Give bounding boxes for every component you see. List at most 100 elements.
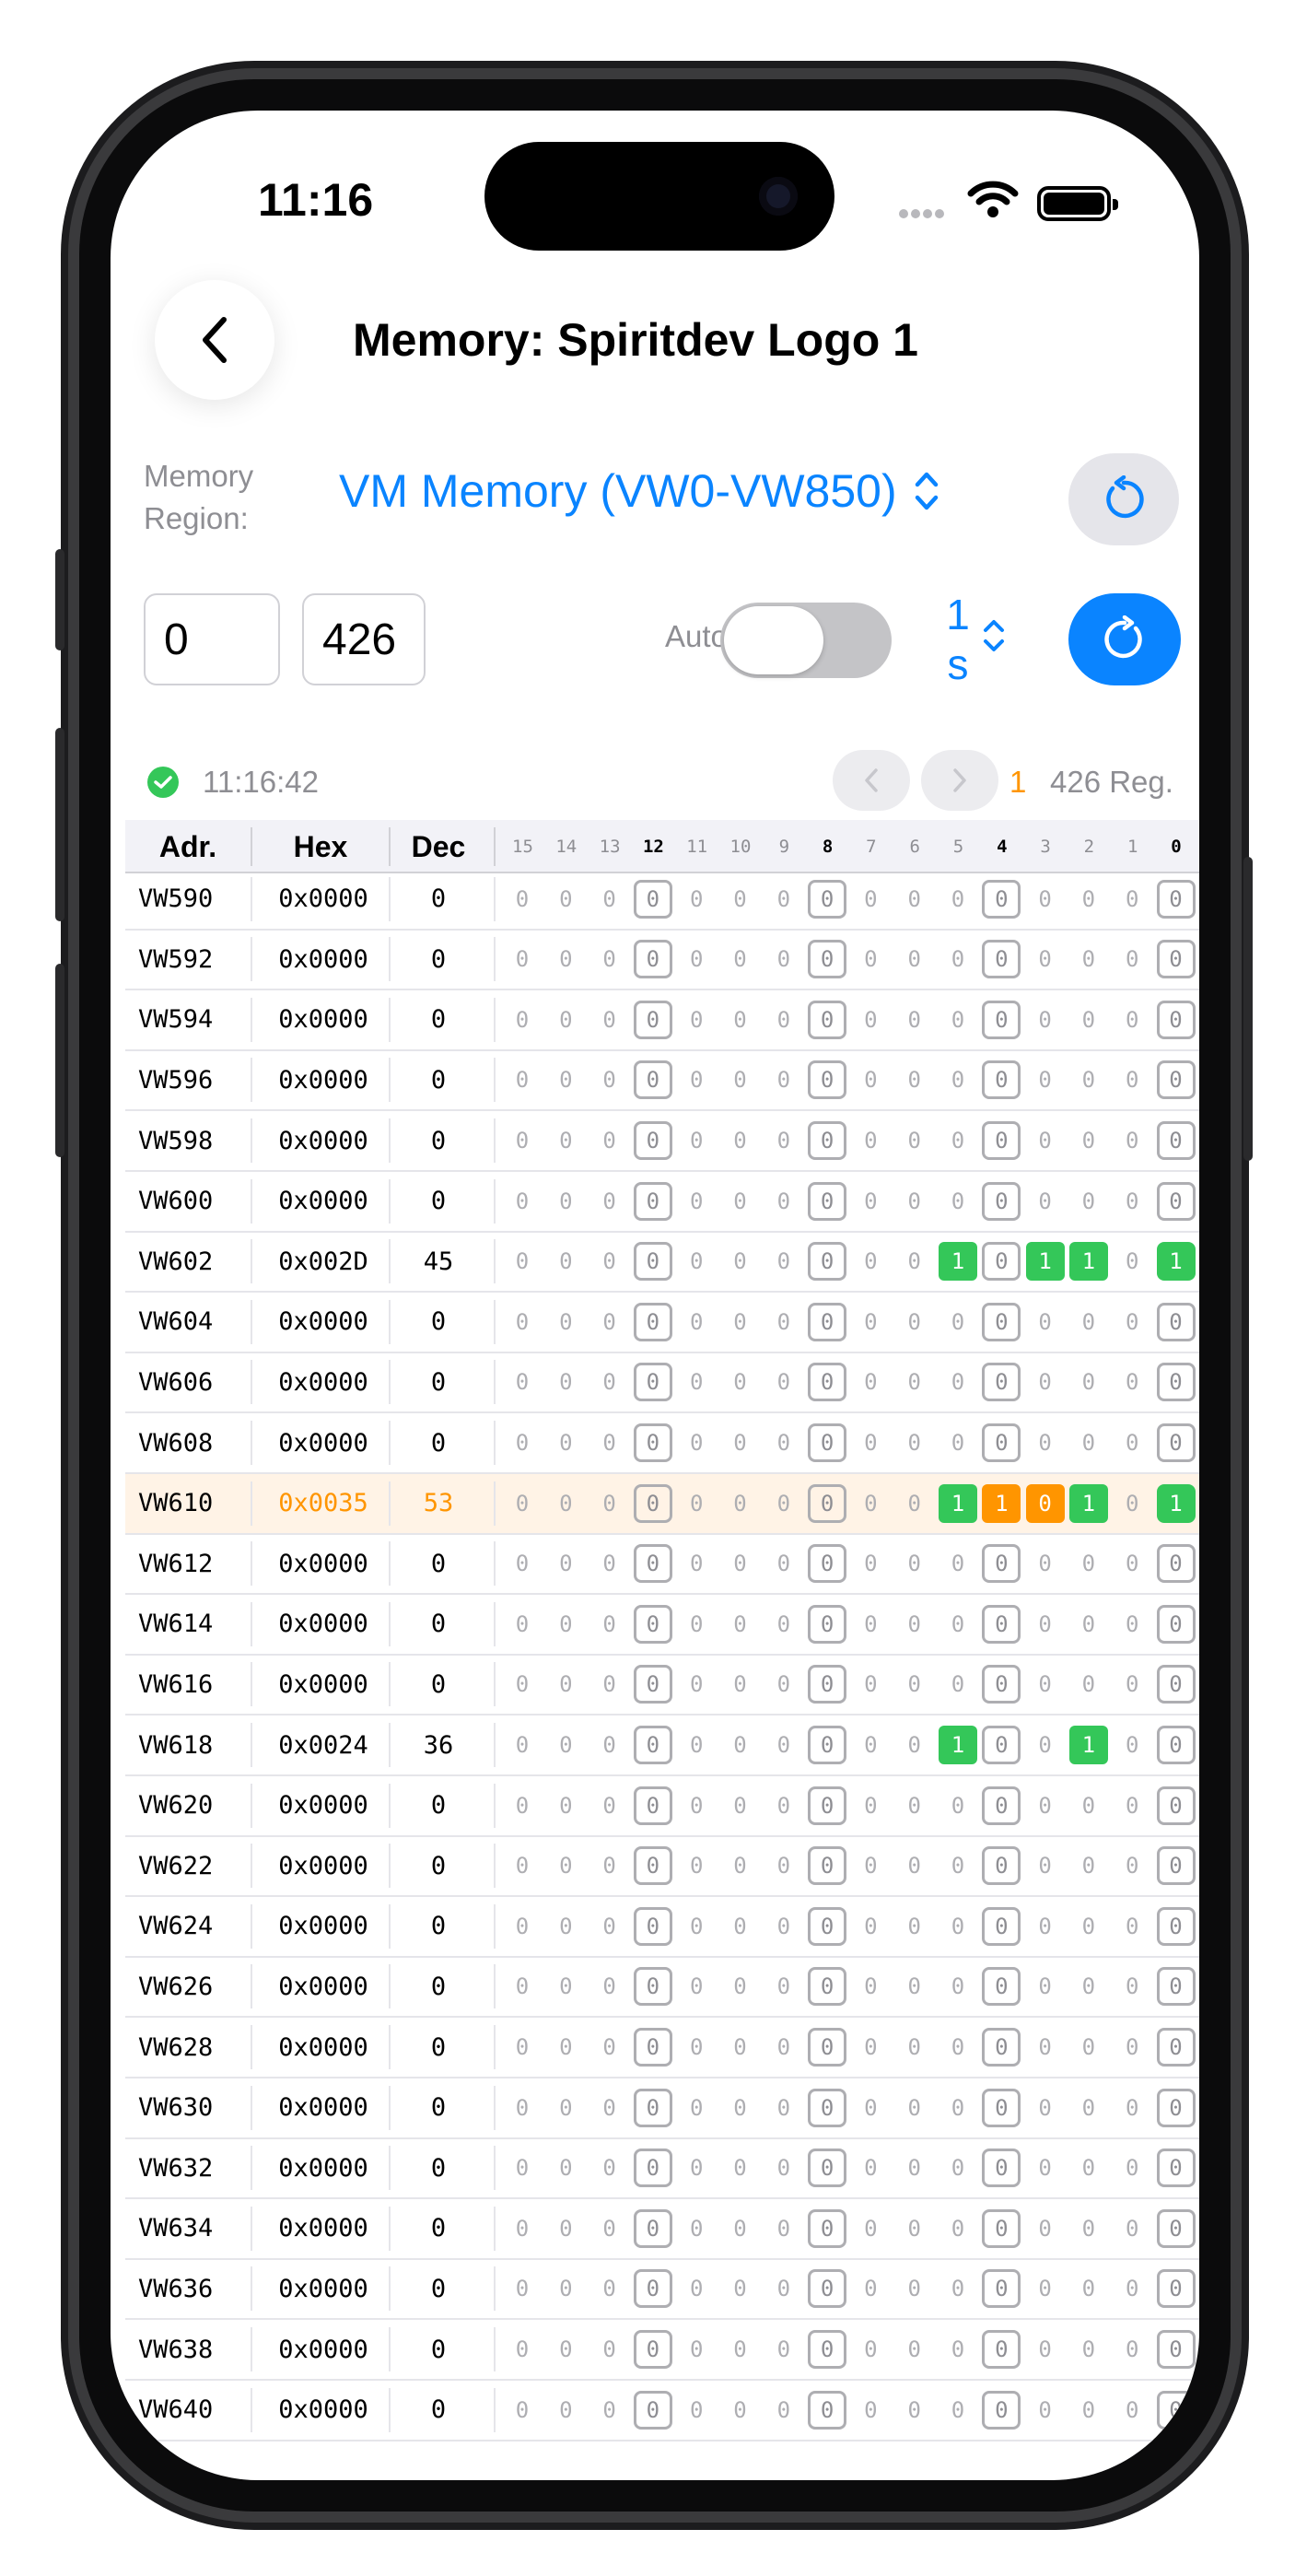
bit-cell-2[interactable]: 0 — [1069, 880, 1108, 919]
bit-cell-7[interactable]: 0 — [851, 2028, 890, 2067]
bit-cell-10[interactable]: 0 — [721, 1423, 760, 1462]
bit-cell-4[interactable]: 0 — [982, 2269, 1021, 2309]
bit-cell-15[interactable]: 0 — [503, 1060, 542, 1099]
bit-cell-1[interactable]: 0 — [1113, 1967, 1151, 2006]
bit-cell-2[interactable]: 0 — [1069, 1001, 1108, 1039]
bit-cell-10[interactable]: 0 — [721, 2209, 760, 2248]
bit-cell-14[interactable]: 0 — [546, 1726, 585, 1764]
bit-cell-3[interactable]: 0 — [1026, 1907, 1065, 1946]
bit-cell-3[interactable]: 0 — [1026, 1182, 1065, 1221]
bit-cell-14[interactable]: 0 — [546, 1303, 585, 1341]
bit-cell-1[interactable]: 0 — [1113, 2089, 1151, 2127]
bit-cell-14[interactable]: 0 — [546, 1967, 585, 2006]
bit-cell-4[interactable]: 0 — [982, 1423, 1021, 1462]
bit-cell-11[interactable]: 0 — [677, 1001, 716, 1039]
bit-cell-12[interactable]: 0 — [633, 2149, 672, 2188]
bit-cell-12[interactable]: 0 — [633, 1242, 672, 1282]
bit-cell-9[interactable]: 0 — [764, 1726, 803, 1764]
bit-cell-0[interactable]: 0 — [1156, 1665, 1196, 1704]
bit-cell-3[interactable]: 0 — [1026, 1060, 1065, 1099]
bit-cell-9[interactable]: 0 — [764, 1907, 803, 1946]
bit-cell-15[interactable]: 0 — [503, 1303, 542, 1341]
bit-cell-9[interactable]: 0 — [764, 2269, 803, 2308]
bit-cell-1[interactable]: 0 — [1113, 2028, 1151, 2067]
bit-cell-9[interactable]: 0 — [764, 1544, 803, 1583]
bit-cell-13[interactable]: 0 — [590, 2028, 629, 2067]
auto-refresh-toggle[interactable] — [720, 603, 892, 678]
bit-cell-15[interactable]: 0 — [503, 2330, 542, 2369]
table-row[interactable]: VW610 0x0035 53 0 0 0 0 0 0 0 0 0 0 1 1 0 1 0 1 — [125, 1473, 1199, 1535]
bit-cell-11[interactable]: 0 — [677, 1423, 716, 1462]
bit-cell-5[interactable]: 0 — [939, 1363, 977, 1401]
bit-cell-8[interactable]: 0 — [808, 1423, 847, 1462]
bit-cell-15[interactable]: 0 — [503, 1786, 542, 1825]
bit-cell-4[interactable]: 0 — [982, 1000, 1021, 1039]
bit-cell-9[interactable]: 0 — [764, 2391, 803, 2430]
bit-cell-5[interactable]: 0 — [939, 2209, 977, 2248]
bit-cell-1[interactable]: 0 — [1113, 1484, 1151, 1523]
bit-cell-8[interactable]: 0 — [808, 1604, 847, 1644]
table-row[interactable]: VW600 0x0000 0 0 0 0 0 0 0 0 0 0 0 0 0 0 0 0 0 — [125, 1172, 1199, 1233]
bit-cell-1[interactable]: 0 — [1113, 1605, 1151, 1644]
bit-cell-12[interactable]: 0 — [633, 2208, 672, 2248]
bit-cell-0[interactable]: 0 — [1156, 1000, 1196, 1039]
bit-cell-4[interactable]: 0 — [982, 2390, 1021, 2430]
bit-cell-2[interactable]: 0 — [1069, 1182, 1108, 1221]
bit-cell-3[interactable]: 0 — [1026, 1544, 1065, 1583]
bit-cell-14[interactable]: 0 — [546, 2330, 585, 2369]
bit-cell-8[interactable]: 0 — [808, 2088, 847, 2127]
bit-cell-11[interactable]: 0 — [677, 1726, 716, 1764]
bit-cell-14[interactable]: 0 — [546, 2391, 585, 2430]
bit-cell-4[interactable]: 0 — [982, 1363, 1021, 1402]
bit-cell-14[interactable]: 0 — [546, 1484, 585, 1523]
bit-cell-6[interactable]: 0 — [895, 1544, 934, 1583]
bit-cell-11[interactable]: 0 — [677, 1303, 716, 1341]
bit-cell-2[interactable]: 0 — [1069, 1967, 1108, 2006]
bit-cell-5[interactable]: 1 — [939, 1483, 977, 1523]
bit-cell-8[interactable]: 0 — [808, 1967, 847, 2007]
bit-cell-2[interactable]: 0 — [1069, 940, 1108, 978]
bit-cell-0[interactable]: 0 — [1156, 2208, 1196, 2248]
table-row[interactable]: VW612 0x0000 0 0 0 0 0 0 0 0 0 0 0 0 0 0 0 0 0 — [125, 1534, 1199, 1596]
bit-cell-13[interactable]: 0 — [590, 880, 629, 919]
bit-cell-14[interactable]: 0 — [546, 2028, 585, 2067]
bit-cell-14[interactable]: 0 — [546, 1423, 585, 1462]
bit-cell-2[interactable]: 0 — [1069, 1665, 1108, 1704]
bit-cell-14[interactable]: 0 — [546, 1060, 585, 1099]
table-row[interactable]: VW604 0x0000 0 0 0 0 0 0 0 0 0 0 0 0 0 0 0 0 0 — [125, 1293, 1199, 1353]
bit-cell-6[interactable]: 0 — [895, 940, 934, 978]
bit-cell-7[interactable]: 0 — [851, 1544, 890, 1583]
bit-cell-2[interactable]: 0 — [1069, 1363, 1108, 1401]
bit-cell-14[interactable]: 0 — [546, 2089, 585, 2127]
bit-cell-15[interactable]: 0 — [503, 940, 542, 978]
bit-cell-1[interactable]: 0 — [1113, 2209, 1151, 2248]
table-row[interactable]: VW606 0x0000 0 0 0 0 0 0 0 0 0 0 0 0 0 0 0 0 0 — [125, 1352, 1199, 1414]
bit-cell-12[interactable]: 0 — [633, 1423, 672, 1462]
bit-cell-3[interactable]: 0 — [1026, 2209, 1065, 2248]
bit-cell-8[interactable]: 0 — [808, 1000, 847, 1039]
bit-cell-13[interactable]: 0 — [590, 1907, 629, 1946]
bit-cell-13[interactable]: 0 — [590, 1060, 629, 1099]
bit-cell-2[interactable]: 0 — [1069, 2330, 1108, 2369]
bit-cell-11[interactable]: 0 — [677, 1544, 716, 1583]
bit-cell-5[interactable]: 0 — [939, 1423, 977, 1462]
bit-cell-4[interactable]: 0 — [982, 1121, 1021, 1160]
bit-cell-10[interactable]: 0 — [721, 1060, 760, 1099]
bit-cell-3[interactable]: 0 — [1026, 1423, 1065, 1462]
table-row[interactable]: VW598 0x0000 0 0 0 0 0 0 0 0 0 0 0 0 0 0 0 0 0 — [125, 1111, 1199, 1172]
bit-cell-1[interactable]: 0 — [1113, 2330, 1151, 2369]
bit-cell-1[interactable]: 0 — [1113, 1060, 1151, 1099]
bit-cell-14[interactable]: 0 — [546, 880, 585, 919]
bit-cell-12[interactable]: 0 — [633, 1786, 672, 1825]
bit-cell-3[interactable]: 0 — [1026, 1846, 1065, 1885]
bit-cell-0[interactable]: 0 — [1156, 2330, 1196, 2369]
bit-cell-6[interactable]: 0 — [895, 1060, 934, 1099]
bit-cell-14[interactable]: 0 — [546, 2209, 585, 2248]
bit-cell-5[interactable]: 0 — [939, 2330, 977, 2369]
bit-cell-7[interactable]: 0 — [851, 2391, 890, 2430]
bit-cell-13[interactable]: 0 — [590, 1605, 629, 1644]
bit-cell-12[interactable]: 0 — [633, 1846, 672, 1886]
bit-cell-11[interactable]: 0 — [677, 880, 716, 919]
bit-cell-1[interactable]: 0 — [1113, 2149, 1151, 2187]
bit-cell-2[interactable]: 0 — [1069, 1544, 1108, 1583]
